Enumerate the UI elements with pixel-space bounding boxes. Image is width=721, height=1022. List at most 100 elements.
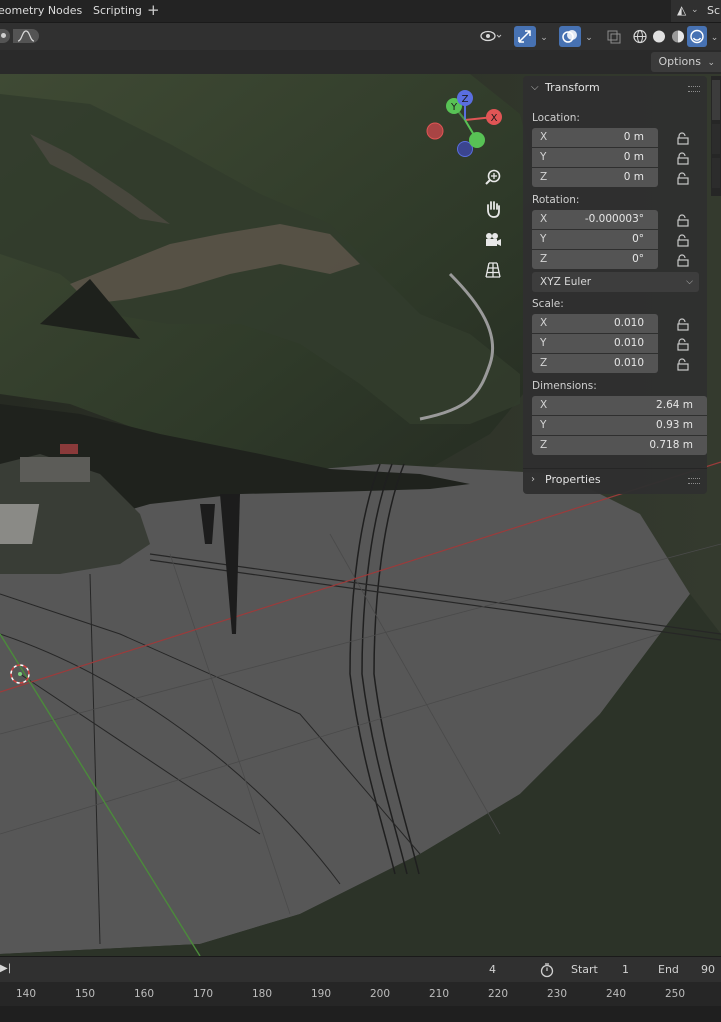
end-frame-field[interactable]: 90 — [701, 957, 715, 983]
transform-title: Transform — [545, 81, 600, 94]
chevron-right-icon: › — [531, 474, 535, 485]
scene-selector[interactable]: ◭ ⌄ Sc — [671, 0, 721, 22]
field-value: 0° — [632, 253, 644, 265]
xray-toggle-button[interactable] — [604, 26, 624, 47]
lock-icon[interactable] — [676, 214, 689, 227]
ruler-tick: 210 — [428, 988, 450, 1000]
lock-icon[interactable] — [676, 132, 689, 145]
gizmo-dropdown[interactable]: ⌄ — [537, 26, 551, 47]
axis-label: X — [540, 131, 548, 143]
axis-label: Y — [540, 151, 547, 163]
location-y-field[interactable]: Y 0 m — [532, 148, 658, 167]
options-dropdown[interactable]: Options ⌄ — [650, 52, 721, 72]
properties-title: Properties — [545, 473, 601, 486]
dimensions-z-field[interactable]: Z 0.718 m — [532, 436, 707, 455]
eye-icon — [480, 30, 502, 42]
rotation-y-field[interactable]: Y 0° — [532, 230, 658, 249]
axis-neg-x-handle[interactable] — [426, 122, 444, 140]
axis-label: Y — [540, 419, 547, 431]
xray-icon — [607, 30, 621, 44]
transform-panel-header[interactable]: ⌵ Transform — [523, 76, 707, 100]
field-value: 0 m — [623, 131, 644, 143]
lock-icon[interactable] — [676, 338, 689, 351]
timeline-body[interactable] — [0, 1006, 721, 1022]
field-value: 0.93 m — [656, 419, 693, 431]
lock-icon[interactable] — [676, 234, 689, 247]
axis-label: Y — [540, 337, 547, 349]
dimensions-x-field[interactable]: X 2.64 m — [532, 396, 707, 415]
material-shading-button[interactable] — [668, 26, 688, 47]
dimensions-label: Dimensions: — [532, 380, 597, 392]
ruler-tick: 200 — [369, 988, 391, 1000]
axis-label: Z — [540, 357, 548, 369]
sidebar-tab-view[interactable] — [712, 158, 720, 188]
location-label: Location: — [532, 112, 580, 124]
dimensions-y-field[interactable]: Y 0.93 m — [532, 416, 707, 435]
timeline-header: ▶| 4 Start 1 End 90 — [0, 956, 721, 983]
material-sphere-icon — [672, 30, 684, 43]
overlay-dropdown[interactable]: ⌄ — [582, 26, 596, 47]
navigation-gizmo[interactable]: X Y Z — [420, 84, 510, 164]
tab-scripting[interactable]: Scripting — [93, 0, 142, 22]
gizmo-toggle-button[interactable] — [514, 26, 536, 47]
drag-grip-icon[interactable] — [688, 86, 700, 92]
ruler-tick: 170 — [192, 988, 214, 1000]
shading-dropdown[interactable]: ⌄ — [708, 26, 721, 47]
scale-z-field[interactable]: Z 0.010 — [532, 354, 658, 373]
jump-end-icon[interactable]: ▶| — [0, 963, 11, 974]
zoom-icon[interactable] — [482, 167, 504, 189]
axis-neg-y-handle[interactable] — [469, 132, 485, 148]
current-frame[interactable]: 4 — [489, 957, 496, 983]
solid-sphere-icon — [653, 30, 665, 43]
sidebar-n-panel: ⌵ Transform Location: X 0 m Y 0 m Z 0 m Rot… — [523, 76, 707, 494]
proportional-edit-toggle[interactable] — [0, 29, 10, 43]
ruler-tick: 250 — [664, 988, 686, 1000]
scene-icon: ◭ — [677, 3, 687, 17]
lock-icon[interactable] — [676, 254, 689, 267]
lock-icon[interactable] — [676, 358, 689, 371]
scale-y-field[interactable]: Y 0.010 — [532, 334, 658, 353]
properties-panel-header[interactable]: › Properties — [523, 468, 707, 492]
start-frame-field[interactable]: 1 — [622, 957, 629, 983]
rotation-mode-value: XYZ Euler — [540, 276, 592, 288]
dot-icon — [1, 33, 6, 38]
axis-label: Y — [540, 233, 547, 245]
ruler-tick: 190 — [310, 988, 332, 1000]
ruler-tick: 220 — [487, 988, 509, 1000]
wireframe-shading-button[interactable] — [630, 26, 650, 47]
add-workspace-button[interactable]: + — [147, 0, 160, 22]
hand-pan-icon[interactable] — [482, 198, 504, 220]
viewport-header: ⌄ ⌄ ⌄ — [0, 22, 721, 51]
rotation-x-field[interactable]: X -0.000003° — [532, 210, 658, 229]
rotation-z-field[interactable]: Z 0° — [532, 250, 658, 269]
sidebar-tab-item[interactable] — [712, 80, 720, 120]
location-z-field[interactable]: Z 0 m — [532, 168, 658, 187]
camera-icon[interactable] — [482, 229, 504, 251]
timeline-ruler[interactable]: 140 150 160 170 180 190 200 210 220 230 … — [0, 982, 721, 1006]
tab-geometry-nodes[interactable]: eometry Nodes — [0, 0, 82, 22]
scale-x-field[interactable]: X 0.010 — [532, 314, 658, 333]
lock-icon[interactable] — [676, 152, 689, 165]
solid-shading-button[interactable] — [649, 26, 669, 47]
tool-options-bar — [0, 50, 721, 74]
scene-name: Sc — [707, 4, 721, 17]
wireframe-sphere-icon — [633, 29, 647, 44]
lock-icon[interactable] — [676, 172, 689, 185]
overlay-toggle-button[interactable] — [559, 26, 581, 47]
rendered-sphere-icon — [690, 29, 704, 44]
ruler-tick: 180 — [251, 988, 273, 1000]
field-value: 0.010 — [613, 337, 644, 349]
location-x-field[interactable]: X 0 m — [532, 128, 658, 147]
field-value: 0° — [632, 233, 644, 245]
drag-grip-icon[interactable] — [688, 478, 700, 484]
sidebar-tab-strip — [711, 76, 721, 196]
lock-icon[interactable] — [676, 318, 689, 331]
visibility-button[interactable] — [478, 26, 502, 47]
rotation-mode-dropdown[interactable]: XYZ Euler ⌵ — [532, 272, 699, 292]
grid-perspective-icon[interactable] — [482, 259, 504, 281]
rendered-shading-button[interactable] — [687, 26, 707, 47]
field-value: 0.718 m — [649, 439, 693, 451]
stopwatch-icon[interactable] — [539, 962, 555, 978]
falloff-dropdown[interactable] — [13, 29, 39, 43]
sidebar-tab-tool[interactable] — [712, 124, 720, 154]
